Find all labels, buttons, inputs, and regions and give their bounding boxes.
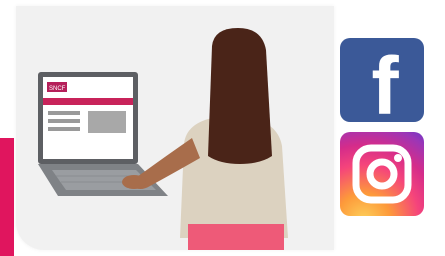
instagram-icon[interactable] [340,132,424,216]
pink-accent-bar [0,138,14,256]
facebook-icon[interactable]: f [340,38,424,128]
instagram-camera-glyph [352,144,412,204]
woman-hair [208,28,272,164]
woman-skirt [188,224,284,250]
woman-using-laptop-illustration: SNCF [38,28,288,250]
screen-logo-text: SNCF [49,86,66,92]
screen-image-block [88,111,126,133]
screen-text-line [48,111,80,115]
screen-text-line [48,119,80,123]
screen-header-bar [43,98,133,105]
illustration-card: SNCF [16,6,334,250]
woman-hand [122,175,146,189]
screen-text-line [48,127,80,131]
facebook-f-letter: f [371,41,399,132]
